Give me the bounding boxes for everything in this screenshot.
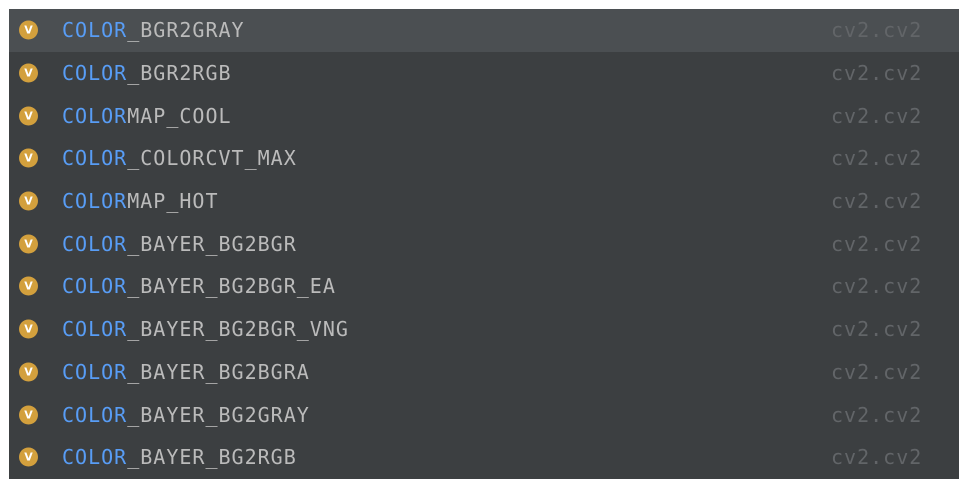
variable-icon: V	[19, 148, 38, 168]
item-name-rest: _COLORCVT_MAX	[127, 146, 297, 171]
item-module: cv2.cv2	[831, 359, 923, 384]
item-name-rest: _BGR2RGB	[127, 61, 232, 86]
completion-item[interactable]: V COLORMAP_HOT cv2.cv2	[9, 180, 959, 223]
item-name-rest: _BAYER_BG2BGR	[127, 231, 297, 256]
item-name: COLOR_BGR2RGB	[62, 61, 232, 85]
variable-icon: V	[19, 362, 38, 382]
completion-list: V COLOR_BGR2GRAY cv2.cv2 V COLOR_BGR2RGB…	[9, 9, 959, 479]
item-name-match: COLOR	[62, 359, 128, 384]
item-module: cv2.cv2	[831, 103, 923, 128]
variable-icon: V	[19, 191, 38, 211]
item-name-match: COLOR	[62, 18, 128, 43]
item-module: cv2.cv2	[831, 317, 923, 342]
variable-icon: V	[19, 405, 38, 425]
item-name: COLOR_BGR2GRAY	[62, 18, 245, 42]
item-name: COLOR_BAYER_BG2BGR_EA	[62, 274, 336, 298]
item-name-rest: _BAYER_BG2RGB	[127, 445, 297, 470]
item-name: COLOR_COLORCVT_MAX	[62, 146, 297, 170]
item-module: cv2.cv2	[831, 274, 923, 299]
item-name-rest: _BAYER_BG2BGR_VNG	[127, 317, 349, 342]
item-name-rest: _BAYER_BG2BGRA	[127, 359, 310, 384]
variable-icon: V	[19, 20, 38, 40]
item-module: cv2.cv2	[831, 231, 923, 256]
item-name-match: COLOR	[62, 445, 128, 470]
completion-item[interactable]: V COLOR_BGR2RGB cv2.cv2	[9, 52, 959, 95]
item-name-match: COLOR	[62, 317, 128, 342]
item-name-rest: MAP_HOT	[127, 189, 219, 214]
item-name-match: COLOR	[62, 61, 128, 86]
completion-item[interactable]: V COLORMAP_COOL cv2.cv2	[9, 94, 959, 137]
variable-icon: V	[19, 276, 38, 296]
item-name-match: COLOR	[62, 146, 128, 171]
variable-icon: V	[19, 319, 38, 339]
item-module: cv2.cv2	[831, 18, 923, 43]
item-module: cv2.cv2	[831, 402, 923, 427]
item-name: COLORMAP_COOL	[62, 104, 232, 128]
completion-item[interactable]: V COLOR_BGR2GRAY cv2.cv2	[9, 9, 959, 52]
item-name: COLORMAP_HOT	[62, 189, 219, 213]
item-name: COLOR_BAYER_BG2GRAY	[62, 403, 310, 427]
variable-icon: V	[19, 447, 38, 467]
completion-item[interactable]: V COLOR_COLORCVT_MAX cv2.cv2	[9, 137, 959, 180]
item-name-match: COLOR	[62, 402, 128, 427]
item-name-rest: _BGR2GRAY	[127, 18, 245, 43]
completion-item[interactable]: V COLOR_BAYER_BG2BGR cv2.cv2	[9, 222, 959, 265]
completion-item[interactable]: V COLOR_BAYER_BG2RGB cv2.cv2	[9, 436, 959, 479]
item-module: cv2.cv2	[831, 445, 923, 470]
item-name: COLOR_BAYER_BG2BGR	[62, 232, 297, 256]
item-name: COLOR_BAYER_BG2BGRA	[62, 360, 310, 384]
variable-icon: V	[19, 63, 38, 83]
completion-item[interactable]: V COLOR_BAYER_BG2GRAY cv2.cv2	[9, 393, 959, 436]
item-name: COLOR_BAYER_BG2BGR_VNG	[62, 317, 349, 341]
item-name-rest: MAP_COOL	[127, 103, 232, 128]
item-name-match: COLOR	[62, 189, 128, 214]
completion-item[interactable]: V COLOR_BAYER_BG2BGRA cv2.cv2	[9, 351, 959, 394]
item-name: COLOR_BAYER_BG2RGB	[62, 445, 297, 469]
item-name-match: COLOR	[62, 103, 128, 128]
item-name-match: COLOR	[62, 274, 128, 299]
item-module: cv2.cv2	[831, 61, 923, 86]
item-name-rest: _BAYER_BG2BGR_EA	[127, 274, 336, 299]
completion-item[interactable]: V COLOR_BAYER_BG2BGR_VNG cv2.cv2	[9, 308, 959, 351]
completion-popup: V COLOR_BGR2GRAY cv2.cv2 V COLOR_BGR2RGB…	[9, 9, 959, 479]
item-module: cv2.cv2	[831, 146, 923, 171]
item-name-match: COLOR	[62, 231, 128, 256]
completion-item[interactable]: V COLOR_BAYER_BG2BGR_EA cv2.cv2	[9, 265, 959, 308]
item-module: cv2.cv2	[831, 189, 923, 214]
item-name-rest: _BAYER_BG2GRAY	[127, 402, 310, 427]
variable-icon: V	[19, 106, 38, 126]
variable-icon: V	[19, 234, 38, 254]
